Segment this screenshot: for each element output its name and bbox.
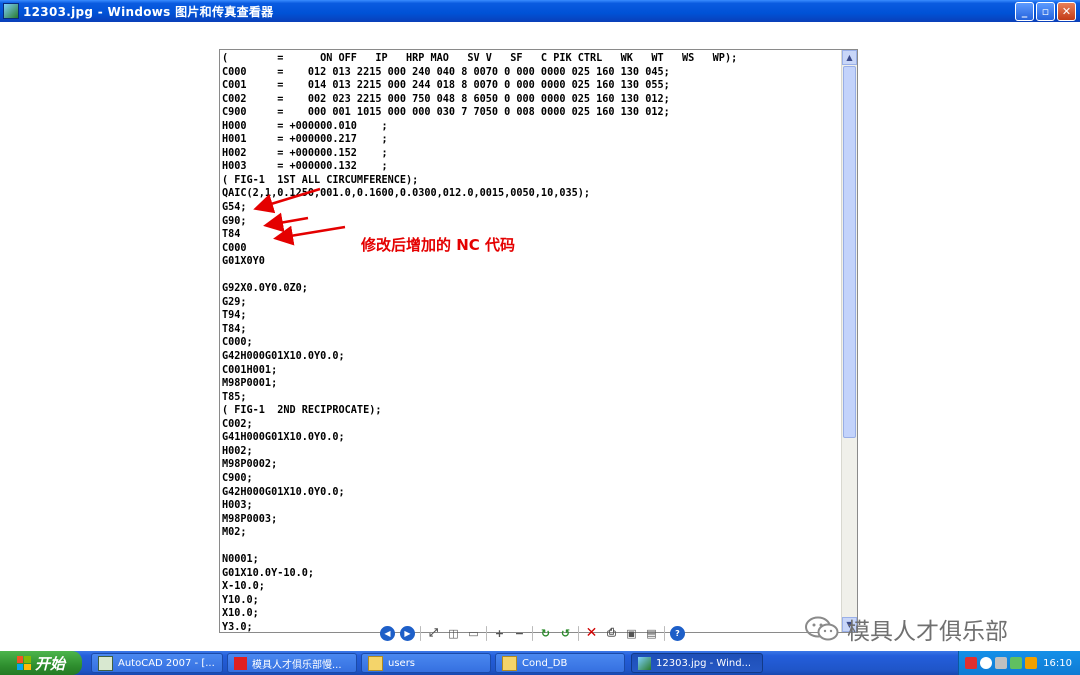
task-label: AutoCAD 2007 - [...	[118, 657, 215, 669]
save-icon[interactable]: ▣	[624, 626, 639, 641]
toolbar-divider	[486, 625, 487, 641]
image-viewer-area: ( = ON OFF IP HRP MAO SV V SF C PIK CTRL…	[0, 22, 1080, 633]
watermark: 模具人才俱乐部	[805, 612, 1008, 646]
task-picture-viewer[interactable]: 12303.jpg - Wind...	[631, 653, 763, 673]
clock: 16:10	[1043, 657, 1072, 669]
slideshow-icon[interactable]: ▭	[466, 626, 481, 641]
task-cond-db-folder[interactable]: Cond_DB	[495, 653, 625, 673]
tray-sync-icon[interactable]	[1010, 657, 1022, 669]
annotation-label: 修改后增加的 NC 代码	[361, 236, 516, 254]
delete-icon[interactable]: ✕	[584, 625, 599, 641]
tray-expand-icon[interactable]	[980, 657, 992, 669]
open-editor-icon[interactable]: ▤	[644, 626, 659, 641]
annotation-arrows	[253, 187, 346, 246]
arrow-to-t84	[253, 187, 321, 214]
picture-viewer-icon	[638, 656, 651, 670]
next-image-icon[interactable]: ▶	[400, 625, 415, 641]
start-label: 开始	[34, 654, 65, 673]
restore-button[interactable]: ▫	[1036, 1, 1055, 21]
toolbar-divider	[664, 625, 665, 641]
title-bar: 12303.jpg - Windows 图片和传真查看器 _ ▫ ✕	[0, 0, 1080, 22]
wechat-icon	[805, 616, 839, 641]
picture-viewer-icon	[3, 3, 19, 19]
task-label: users	[388, 657, 416, 669]
zoom-in-icon[interactable]: +	[492, 626, 507, 641]
arrow-to-c000	[263, 212, 309, 233]
system-tray: 16:10	[958, 651, 1080, 675]
help-icon[interactable]: ?	[670, 625, 685, 641]
tray-security-icon[interactable]	[1025, 657, 1037, 669]
close-button[interactable]: ✕	[1057, 1, 1076, 21]
previous-image-icon[interactable]: ◀	[380, 625, 395, 641]
arrow-to-g01	[273, 225, 346, 246]
zoom-out-icon[interactable]: −	[512, 626, 527, 641]
task-label: 模具人才俱乐部慢...	[252, 659, 342, 671]
autocad-icon	[98, 655, 113, 671]
toolbar-divider	[420, 625, 421, 641]
task-browser[interactable]: 模具人才俱乐部慢...	[227, 653, 357, 673]
windows-logo-icon	[16, 656, 31, 670]
print-icon[interactable]: ⎙	[604, 626, 619, 641]
toolbar-divider	[532, 625, 533, 641]
actual-size-icon[interactable]: ◫	[446, 626, 461, 641]
rotate-counterclockwise-icon[interactable]: ↺	[558, 626, 573, 641]
best-fit-icon[interactable]: ⤢	[426, 626, 441, 641]
app-icon	[234, 656, 247, 670]
task-users-folder[interactable]: users	[361, 653, 491, 673]
task-label: 12303.jpg - Wind...	[656, 657, 752, 669]
start-button[interactable]: 开始	[0, 651, 82, 675]
folder-icon	[368, 655, 383, 671]
minimize-button[interactable]: _	[1015, 1, 1034, 21]
folder-icon	[502, 655, 517, 671]
viewer-toolbar: ◀ ▶ ⤢ ◫ ▭ + − ↻ ↺ ✕ ⎙ ▣ ▤ ?	[380, 623, 685, 643]
task-autocad[interactable]: AutoCAD 2007 - [...	[91, 653, 223, 673]
toolbar-divider	[578, 625, 579, 641]
taskbar: 开始 AutoCAD 2007 - [... 模具人才俱乐部慢... users…	[0, 651, 1080, 675]
watermark-text: 模具人才俱乐部	[847, 619, 1008, 645]
task-label: Cond_DB	[522, 657, 568, 669]
window-title: 12303.jpg - Windows 图片和传真查看器	[23, 4, 274, 19]
tray-network-icon[interactable]	[995, 657, 1007, 669]
tray-app-icon[interactable]	[965, 657, 977, 669]
rotate-clockwise-icon[interactable]: ↻	[538, 626, 553, 641]
